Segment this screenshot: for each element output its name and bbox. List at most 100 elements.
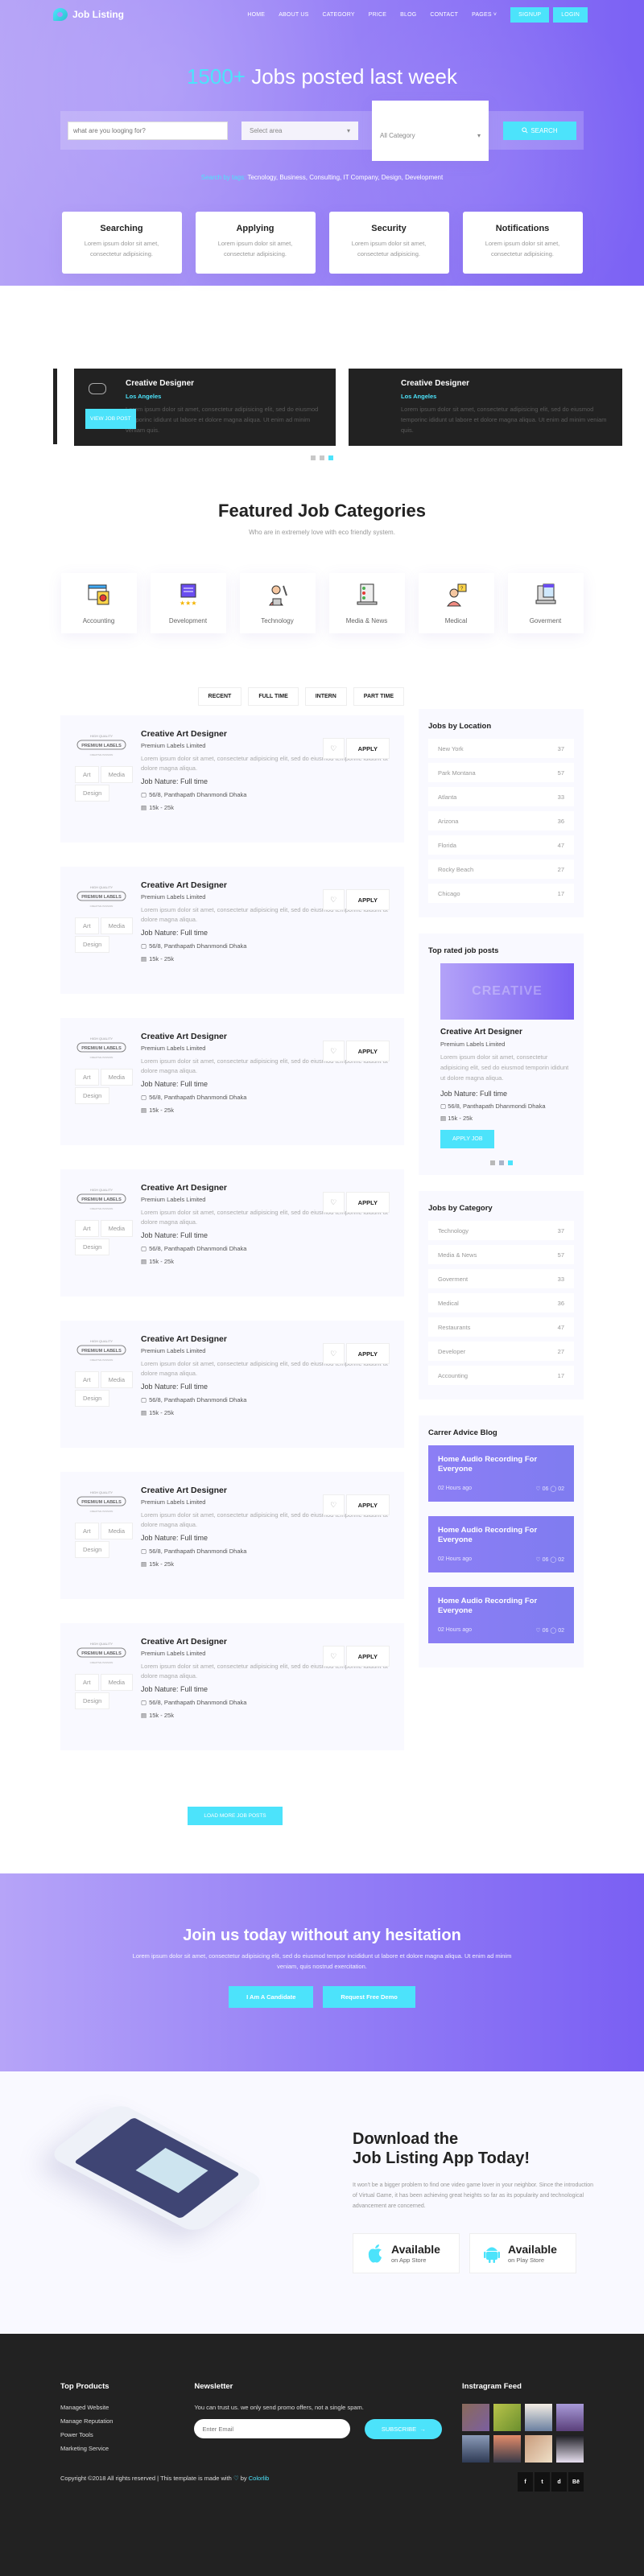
location-row[interactable]: Rocky Beach 27 (428, 859, 574, 879)
nav-blog[interactable]: BLOG (400, 12, 416, 18)
location-row[interactable]: Atlanta 33 (428, 787, 574, 806)
job-tag[interactable]: Design (75, 1692, 110, 1709)
nav-home[interactable]: HOME (247, 12, 265, 18)
apply-job-button[interactable]: APPLY JOB (440, 1130, 495, 1148)
job-tag[interactable]: Design (75, 936, 110, 953)
play-store-button[interactable]: Available on Play Store (469, 2233, 576, 2273)
heart-icon[interactable]: ♡ (322, 1494, 345, 1515)
job-tag[interactable]: Media (100, 1674, 134, 1691)
heart-icon[interactable]: ♡ (322, 1343, 345, 1364)
job-tag[interactable]: Media (100, 1069, 134, 1086)
job-tag[interactable]: Media (100, 1523, 134, 1539)
footer-link[interactable]: Managed Website (60, 2404, 194, 2411)
job-tag[interactable]: Design (75, 1541, 110, 1558)
login-button[interactable]: LOGIN (553, 6, 588, 23)
job-tag[interactable]: Art (75, 766, 99, 783)
nav-pages[interactable]: PAGES ˅ (472, 12, 497, 18)
tags-list[interactable]: Tecnology, Business, Consulting, IT Comp… (246, 174, 443, 181)
job-tag[interactable]: Media (100, 1371, 134, 1388)
category-row[interactable]: Restaurants 47 (428, 1317, 574, 1337)
heart-icon[interactable]: ♡ (322, 738, 345, 759)
job-tag[interactable]: Design (75, 1390, 110, 1407)
category-row[interactable]: Developer 27 (428, 1342, 574, 1361)
instagram-photo[interactable] (556, 2435, 584, 2463)
location-row[interactable]: New York 37 (428, 739, 574, 758)
filter-recent[interactable]: RECENT (197, 687, 242, 706)
category-row[interactable]: Technology 37 (428, 1221, 574, 1240)
request-demo-button[interactable]: Request Free Demo (323, 1986, 415, 2008)
heart-icon[interactable]: ♡ (322, 1192, 345, 1213)
instagram-photo[interactable] (525, 2435, 552, 2463)
instagram-photo[interactable] (556, 2404, 584, 2431)
instagram-photo[interactable] (493, 2435, 521, 2463)
filter-full-time[interactable]: FULL TIME (248, 687, 299, 706)
signup-button[interactable]: SIGNUP (510, 6, 550, 23)
carousel-dot[interactable] (498, 1160, 504, 1165)
category-medical[interactable]: ? Medical (418, 573, 494, 633)
category-accounting[interactable]: Accounting (60, 573, 137, 633)
heart-icon[interactable]: ♡ (322, 1041, 345, 1061)
area-select[interactable]: Select area ▾ (242, 121, 358, 140)
carousel-dot[interactable] (311, 455, 316, 460)
nav-price[interactable]: PRICE (369, 12, 386, 18)
carousel-dot-active[interactable] (328, 455, 333, 460)
location-row[interactable]: Park Montana 57 (428, 763, 574, 782)
search-button[interactable]: SEARCH (503, 121, 576, 140)
blog-post[interactable]: Home Audio Recording For Everyone 02 Hou… (428, 1445, 574, 1502)
nav-category[interactable]: CATEGORY (322, 12, 354, 18)
footer-link[interactable]: Power Tools (60, 2431, 194, 2438)
apply-button[interactable]: APPLY (345, 738, 390, 759)
category-row[interactable]: Media & News 57 (428, 1245, 574, 1264)
category-development[interactable]: ★★★ Development (150, 573, 226, 633)
category-row[interactable]: Accounting 17 (428, 1366, 574, 1385)
apply-button[interactable]: APPLY (345, 889, 390, 910)
category-technology[interactable]: Technology (239, 573, 316, 633)
job-tag[interactable]: Media (100, 766, 134, 783)
facebook-icon[interactable]: f (518, 2472, 533, 2492)
filter-intern[interactable]: INTERN (304, 687, 347, 706)
category-select[interactable]: All Category ▾ (372, 100, 489, 161)
twitter-icon[interactable]: t (535, 2472, 550, 2492)
candidate-button[interactable]: I Am A Candidate (229, 1986, 314, 2008)
location-row[interactable]: Chicago 17 (428, 884, 574, 903)
brand-logo[interactable]: Job Listing (53, 8, 124, 21)
dribbble-icon[interactable]: d (551, 2472, 567, 2492)
load-more-button[interactable]: LOAD MORE JOB POSTS (188, 1807, 283, 1825)
carousel-dot-active[interactable] (507, 1160, 513, 1165)
footer-link[interactable]: Marketing Service (60, 2445, 194, 2452)
colorlib-link[interactable]: Colorlib (249, 2475, 269, 2482)
search-input[interactable] (68, 121, 228, 140)
location-row[interactable]: Arizona 36 (428, 811, 574, 831)
heart-icon[interactable]: ♡ (322, 1646, 345, 1667)
nav-contact[interactable]: CONTACT (430, 12, 458, 18)
apply-button[interactable]: APPLY (345, 1192, 390, 1213)
subscribe-button[interactable]: SUBSCRIBE → (365, 2419, 443, 2439)
instagram-photo[interactable] (493, 2404, 521, 2431)
job-tag[interactable]: Design (75, 785, 110, 802)
category-row[interactable]: Goverment 33 (428, 1269, 574, 1288)
heart-icon[interactable]: ♡ (322, 889, 345, 910)
job-tag[interactable]: Media (100, 1220, 134, 1237)
filter-part-time[interactable]: PART TIME (353, 687, 404, 706)
instagram-photo[interactable] (462, 2435, 489, 2463)
job-tag[interactable]: Art (75, 1220, 99, 1237)
job-tag[interactable]: Media (100, 917, 134, 934)
job-tag[interactable]: Art (75, 1523, 99, 1539)
carousel-dot[interactable] (320, 455, 324, 460)
category-row[interactable]: Medical 36 (428, 1293, 574, 1313)
category-media-news[interactable]: Media & News (328, 573, 405, 633)
job-tag[interactable]: Art (75, 1069, 99, 1086)
view-job-post-button[interactable]: VIEW JOB POST (85, 409, 136, 429)
email-input[interactable] (194, 2419, 351, 2438)
apply-button[interactable]: APPLY (345, 1646, 390, 1667)
apply-button[interactable]: APPLY (345, 1041, 390, 1061)
instagram-photo[interactable] (462, 2404, 489, 2431)
apply-button[interactable]: APPLY (345, 1343, 390, 1364)
location-row[interactable]: Florida 47 (428, 835, 574, 855)
category-goverment[interactable]: Goverment (507, 573, 584, 633)
app-store-button[interactable]: Available on App Store (353, 2233, 460, 2273)
apply-button[interactable]: APPLY (345, 1494, 390, 1515)
carousel-dot[interactable] (489, 1160, 495, 1165)
nav-about[interactable]: ABOUT US (279, 12, 308, 18)
job-tag[interactable]: Design (75, 1087, 110, 1104)
